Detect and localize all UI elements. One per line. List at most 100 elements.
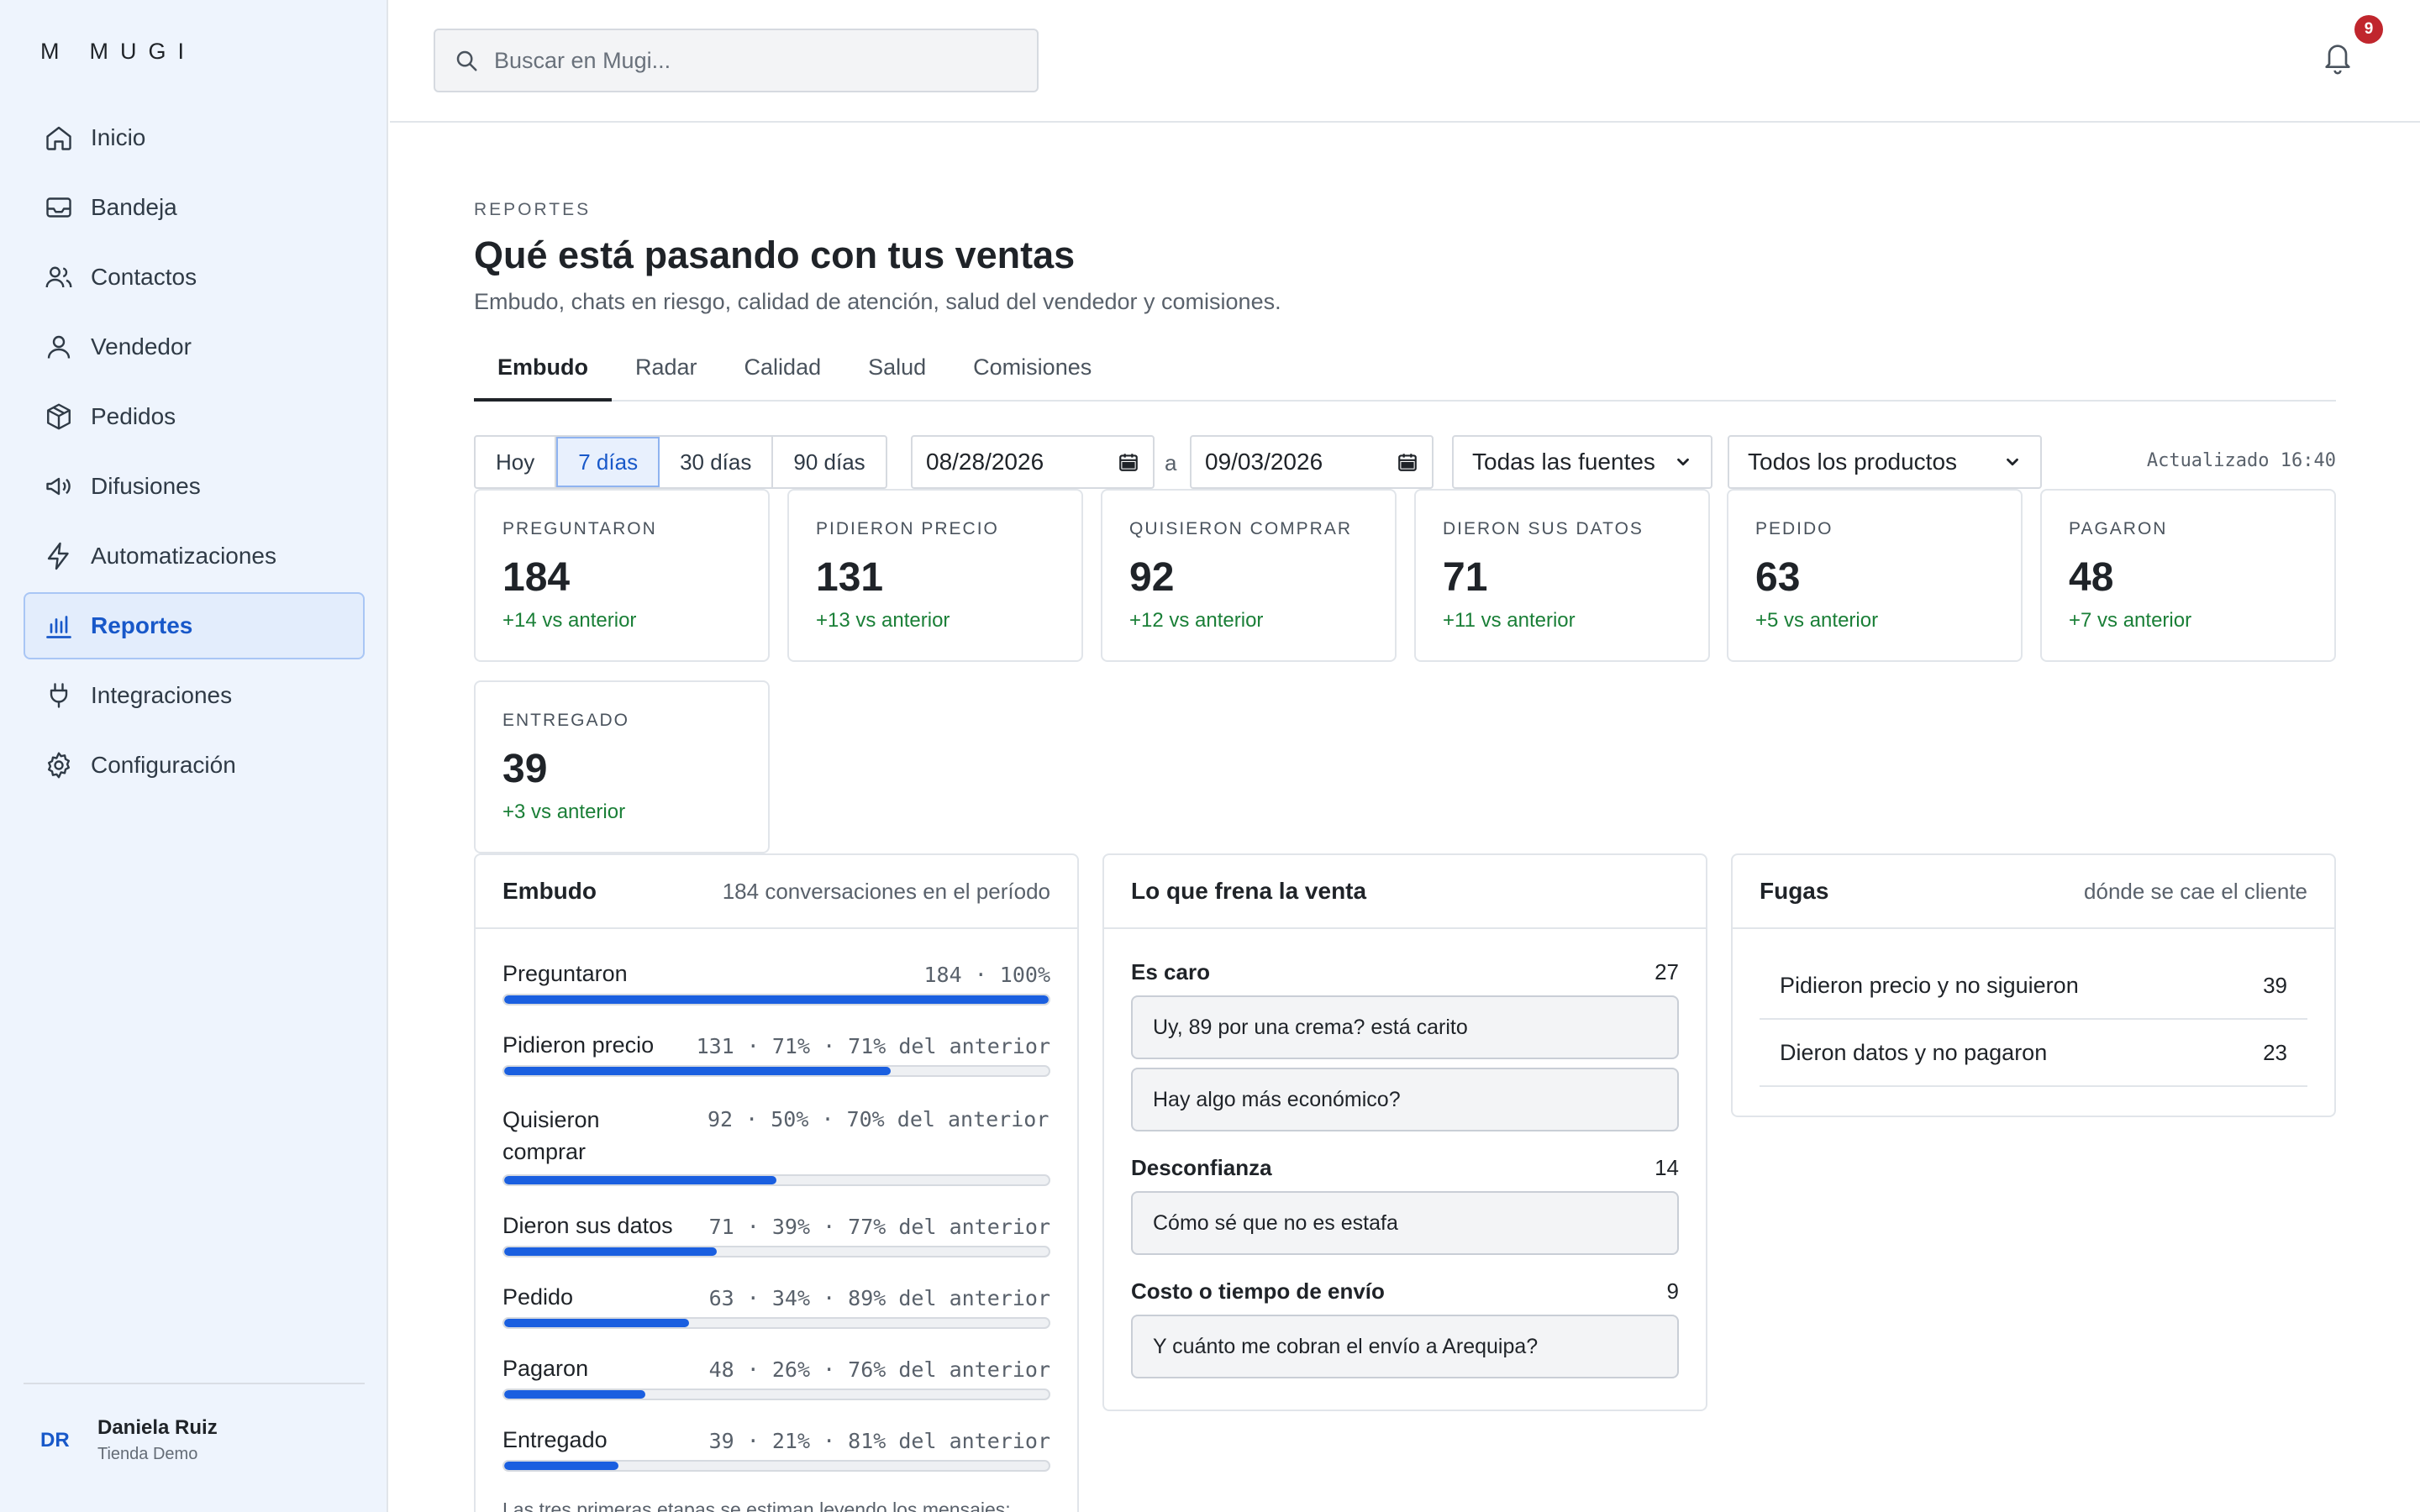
leaks-card: Fugas dónde se cae el cliente Pidieron p… <box>1731 853 2336 1117</box>
leak-item[interactable]: Pidieron precio y no siguieron 39 <box>1760 953 2307 1020</box>
quote-item[interactable]: Cómo sé que no es estafa <box>1131 1191 1679 1255</box>
funnel-bar <box>502 1246 1050 1257</box>
kpi-value: 48 <box>2069 555 2114 600</box>
leak-item[interactable]: Dieron datos y no pagaron 23 <box>1760 1020 2307 1087</box>
home-icon <box>46 126 71 150</box>
blocker-count: 27 <box>1655 959 1679 984</box>
kpi-label: DIERON SUS DATOS <box>1443 519 1644 538</box>
funnel-row: Pedido 63 · 34% · 89% del anterior <box>502 1284 1050 1329</box>
funnel-bar <box>502 994 1050 1005</box>
user-icon <box>47 335 71 359</box>
notifications-button[interactable] <box>2321 39 2358 81</box>
sidebar-item-configuracion[interactable]: Configuración <box>24 732 365 799</box>
funnel-bar <box>502 1174 1050 1186</box>
sidebar: M MUGI Inicio Bandeja Contactos Vendedor … <box>0 0 388 1512</box>
funnel-row: Pidieron precio 131 · 71% · 71% del anter… <box>502 1032 1050 1077</box>
card-header: Embudo 184 conversaciones en el período <box>476 855 1077 929</box>
quote-item[interactable]: Hay algo más económico? <box>1131 1068 1679 1131</box>
sidebar-item-difusiones[interactable]: Difusiones <box>24 453 365 520</box>
sidebar-item-contactos[interactable]: Contactos <box>24 244 365 311</box>
sidebar-item-automatizaciones[interactable]: Automatizaciones <box>24 522 365 590</box>
sidebar-item-pedidos[interactable]: Pedidos <box>24 383 365 450</box>
quote-item[interactable]: Y cuánto me cobran el envío a Arequipa? <box>1131 1315 1679 1378</box>
page-title: Qué está pasando con tus ventas <box>474 234 1076 276</box>
sidebar-item-bandeja[interactable]: Bandeja <box>24 174 365 241</box>
brand-logo[interactable]: M MUGI <box>40 39 196 65</box>
kpi-label: ENTREGADO <box>502 711 630 730</box>
chevron-down-icon <box>2007 458 2018 466</box>
date-to-input[interactable]: 09/03/2026 <box>1190 435 1434 489</box>
product-select[interactable]: Todos los productos <box>1728 435 2042 489</box>
source-select[interactable]: Todas las fuentes <box>1452 435 1712 489</box>
calendar-icon[interactable] <box>1397 451 1418 473</box>
tab-embudo[interactable]: Embudo <box>474 351 612 402</box>
range-7d-button[interactable]: 7 días <box>556 437 660 487</box>
sidebar-item-integraciones[interactable]: Integraciones <box>24 662 365 729</box>
user-name: Daniela Ruiz <box>97 1416 218 1439</box>
funnel-bar-fill <box>504 1319 690 1327</box>
card-title: Lo que frena la venta <box>1131 878 1367 904</box>
kpi-value: 92 <box>1129 555 1175 600</box>
sidebar-item-vendedor[interactable]: Vendedor <box>24 313 365 381</box>
funnel-stage-values: 63 · 34% · 89% del anterior <box>708 1286 1050 1310</box>
funnel-stage-label: Preguntaron <box>502 961 628 986</box>
blocker-title: Costo o tiempo de envío <box>1131 1278 1385 1304</box>
kpi-label: PAGARON <box>2069 519 2168 538</box>
funnel-stage-values: 48 · 26% · 76% del anterior <box>708 1357 1050 1382</box>
date-to-value: 09/03/2026 <box>1205 449 1323 475</box>
range-30d-button[interactable]: 30 días <box>660 437 774 487</box>
funnel-stage-label: Dieron sus datos <box>502 1213 673 1238</box>
card-note: dónde se cae el cliente <box>2084 878 2307 904</box>
tab-comisiones[interactable]: Comisiones <box>950 351 1115 402</box>
card-note: 184 conversaciones en el período <box>722 878 1050 904</box>
sidebar-item-label: Bandeja <box>91 194 177 220</box>
quote-item[interactable]: Uy, 89 por una crema? está carito <box>1131 995 1679 1059</box>
blockers-card: Lo que frena la venta Es caro 27 Uy, 89 p… <box>1102 853 1707 1411</box>
tab-salud[interactable]: Salud <box>844 351 950 402</box>
chevron-down-icon <box>1677 458 1689 466</box>
leak-label: Dieron datos y no pagaron <box>1780 1039 2048 1065</box>
tab-radar[interactable]: Radar <box>612 351 721 402</box>
funnel-row: Quisieron comprar 92 · 50% · 70% del ante… <box>502 1104 1050 1186</box>
funnel-stage-label: Quisieron comprar <box>502 1107 600 1164</box>
kpi-value: 131 <box>816 555 884 600</box>
kpi-card-entregado: ENTREGADO 39 +3 vs anterior <box>474 680 770 853</box>
sidebar-item-label: Inicio <box>91 124 146 150</box>
kpi-label: PIDIERON PRECIO <box>816 519 999 538</box>
kpi-value: 63 <box>1755 555 1801 600</box>
funnel-stage-label: Entregado <box>502 1427 608 1452</box>
date-from-input[interactable]: 08/28/2026 <box>911 435 1155 489</box>
tab-calidad[interactable]: Calidad <box>721 351 845 402</box>
product-select-value: Todos los productos <box>1748 449 1958 475</box>
range-selector: Hoy 7 días 30 días 90 días <box>474 435 887 489</box>
blocker-group-envio: Costo o tiempo de envío 9 Y cuánto me cob… <box>1104 1278 1706 1378</box>
leaks-list: Pidieron precio y no siguieron 39 Dieron… <box>1733 929 2334 1114</box>
plug-icon <box>50 683 68 708</box>
card-header: Fugas dónde se cae el cliente <box>1733 855 2334 929</box>
avatar: DR <box>40 1428 70 1452</box>
calendar-icon[interactable] <box>1118 451 1139 473</box>
search-input[interactable] <box>494 47 998 74</box>
funnel-card: Embudo 184 conversaciones en el período … <box>474 853 1079 1512</box>
funnel-stage-values: 39 · 21% · 81% del anterior <box>708 1429 1050 1453</box>
funnel-bar-fill <box>504 1067 892 1075</box>
brand-name: MUGI <box>89 39 196 64</box>
brand-mark: M <box>40 39 71 64</box>
sidebar-divider <box>24 1383 365 1384</box>
sidebar-item-label: Integraciones <box>91 682 233 708</box>
user-profile[interactable]: DR Daniela Ruiz Tienda Demo <box>40 1416 218 1464</box>
topbar: 9 <box>390 0 2420 123</box>
sidebar-item-inicio[interactable]: Inicio <box>24 104 365 171</box>
funnel-bar <box>502 1389 1050 1400</box>
kpi-value: 184 <box>502 555 571 600</box>
sidebar-item-reportes[interactable]: Reportes <box>24 592 365 659</box>
blocker-group-es-caro: Es caro 27 Uy, 89 por una crema? está car… <box>1104 959 1706 1131</box>
search-box[interactable] <box>434 29 1039 92</box>
funnel-bar <box>502 1065 1050 1077</box>
funnel-stage-values: 184 · 100% <box>923 963 1050 987</box>
card-title: Fugas <box>1760 878 1829 904</box>
range-today-button[interactable]: Hoy <box>476 437 557 487</box>
range-90d-button[interactable]: 90 días <box>773 437 885 487</box>
sidebar-item-label: Configuración <box>91 752 236 778</box>
kpi-delta: +11 vs anterior <box>1443 609 1576 632</box>
